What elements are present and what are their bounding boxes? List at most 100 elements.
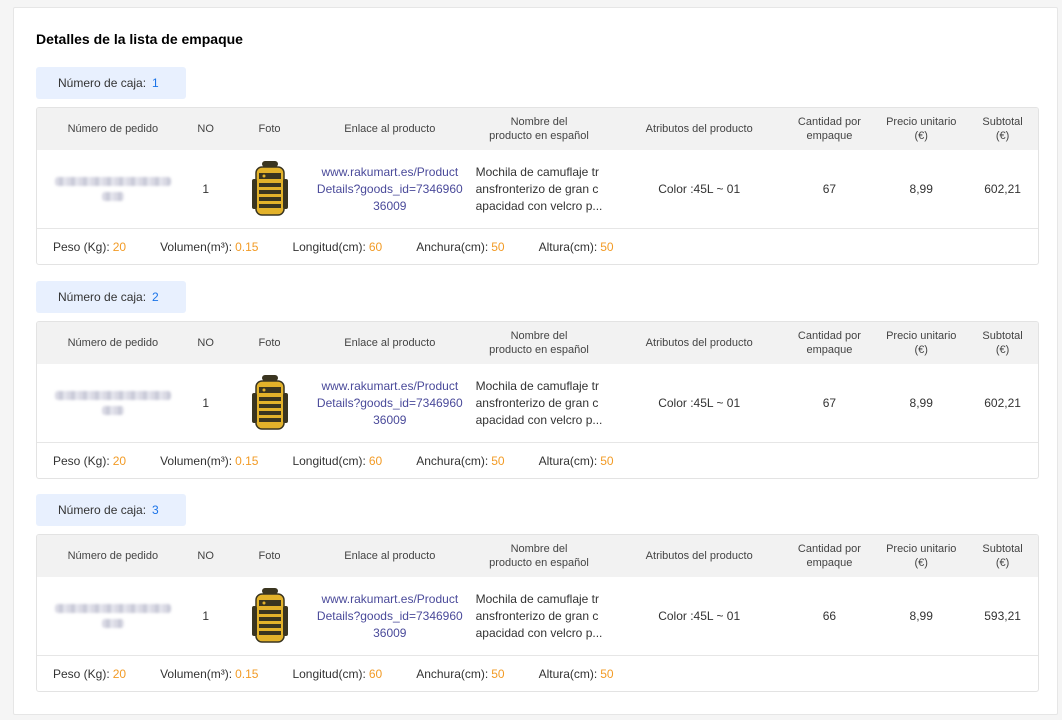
product-link-cell: www.rakumart.es/Product Details?goods_id… bbox=[316, 150, 463, 228]
order-number-redacted bbox=[54, 177, 171, 201]
header-product-name: Nombre del producto en español bbox=[463, 108, 615, 150]
product-attributes-cell: Color :45L ~ 01 bbox=[658, 181, 741, 196]
header-product-link: Enlace al producto bbox=[344, 550, 436, 562]
height-value: 50 bbox=[600, 667, 614, 681]
backpack-icon[interactable] bbox=[250, 159, 290, 219]
unit-price-cell: 8,99 bbox=[909, 608, 933, 623]
height-label: Altura(cm): bbox=[538, 240, 598, 254]
product-link-line1[interactable]: www.rakumart.es/Product bbox=[321, 379, 458, 393]
product-name-line1: Mochila de camuflaje tr bbox=[475, 591, 600, 606]
header-product-name: Nombre del producto en español bbox=[463, 535, 615, 577]
header-quantity: Cantidad por empaque bbox=[784, 535, 876, 577]
weight-value: 20 bbox=[112, 454, 127, 468]
product-link[interactable]: www.rakumart.es/Product Details?goods_id… bbox=[317, 164, 463, 215]
header-product-attributes: Atributos del producto bbox=[645, 337, 753, 349]
product-name-line2: ansfronterizo de gran c bbox=[475, 181, 599, 196]
box-number-value: 2 bbox=[152, 290, 159, 304]
subtotal-cell: 602,21 bbox=[984, 181, 1021, 196]
no-cell: 1 bbox=[202, 395, 210, 410]
box-number-value: 3 bbox=[152, 503, 159, 517]
weight-field: Peso (Kg): 20 bbox=[53, 454, 126, 468]
subtotal-cell: 602,21 bbox=[984, 395, 1021, 410]
header-unit-price: Precio unitario (€) bbox=[875, 535, 967, 577]
header-unit-price-line1: Precio unitario bbox=[886, 543, 957, 555]
order-number-redacted bbox=[54, 604, 171, 628]
box-card: Número de pedido NO Foto Enlace al produ… bbox=[36, 534, 1039, 692]
length-value: 60 bbox=[368, 667, 383, 681]
product-link-line3[interactable]: 36009 bbox=[373, 199, 406, 213]
product-name-line3: apacidad con velcro p... bbox=[475, 412, 603, 427]
product-attributes-cell: Color :45L ~ 01 bbox=[658, 395, 741, 410]
product-link[interactable]: www.rakumart.es/Product Details?goods_id… bbox=[317, 591, 463, 642]
product-link-line2[interactable]: Details?goods_id=7346960 bbox=[317, 396, 463, 410]
header-unit-price: Precio unitario (€) bbox=[875, 322, 967, 364]
product-name-cell: Mochila de camuflaje tr ansfronterizo de… bbox=[463, 364, 615, 442]
header-subtotal-line1: Subtotal bbox=[982, 116, 1023, 128]
product-link-line2[interactable]: Details?goods_id=7346960 bbox=[317, 182, 463, 196]
weight-value: 20 bbox=[112, 240, 127, 254]
backpack-icon[interactable] bbox=[250, 373, 290, 433]
header-unit-price: Precio unitario (€) bbox=[875, 108, 967, 150]
header-order-number: Número de pedido bbox=[67, 123, 159, 135]
width-value: 50 bbox=[491, 454, 505, 468]
header-photo: Foto bbox=[258, 123, 281, 135]
photo-cell bbox=[223, 150, 317, 228]
weight-value: 20 bbox=[112, 667, 127, 681]
header-subtotal: Subtotal (€) bbox=[967, 535, 1038, 577]
header-photo: Foto bbox=[258, 337, 281, 349]
weight-label: Peso (Kg): bbox=[53, 454, 110, 468]
header-quantity-line1: Cantidad por bbox=[797, 330, 861, 342]
product-name-line2: ansfronterizo de gran c bbox=[475, 395, 599, 410]
header-subtotal: Subtotal (€) bbox=[967, 108, 1038, 150]
height-field: Altura(cm): 50 bbox=[539, 667, 614, 681]
header-no: NO bbox=[197, 123, 214, 135]
product-link-line3[interactable]: 36009 bbox=[373, 413, 406, 427]
height-field: Altura(cm): 50 bbox=[539, 240, 614, 254]
header-order-number: Número de pedido bbox=[67, 337, 159, 349]
table-row: 1 www.rakumart.es/Product Details?goods_… bbox=[37, 364, 1038, 443]
volume-field: Volumen(m³): 0.15 bbox=[160, 454, 258, 468]
header-product-name: Nombre del producto en español bbox=[463, 322, 615, 364]
order-number-redacted bbox=[54, 391, 171, 415]
subtotal-cell: 593,21 bbox=[984, 608, 1021, 623]
no-cell: 1 bbox=[202, 181, 210, 196]
header-unit-price-line2: (€) bbox=[914, 344, 928, 356]
product-link-line3[interactable]: 36009 bbox=[373, 626, 406, 640]
no-cell: 1 bbox=[202, 608, 210, 623]
volume-field: Volumen(m³): 0.15 bbox=[160, 667, 258, 681]
product-link-line1[interactable]: www.rakumart.es/Product bbox=[321, 592, 458, 606]
box-card: Número de pedido NO Foto Enlace al produ… bbox=[36, 107, 1039, 265]
table-row: 1 www.rakumart.es/Product Details?goods_… bbox=[37, 150, 1038, 229]
box-number-value: 1 bbox=[152, 76, 159, 90]
order-number-cell bbox=[37, 577, 189, 655]
order-number-cell bbox=[37, 364, 189, 442]
backpack-icon[interactable] bbox=[250, 586, 290, 646]
height-label: Altura(cm): bbox=[538, 667, 598, 681]
product-link-cell: www.rakumart.es/Product Details?goods_id… bbox=[316, 364, 463, 442]
header-subtotal-line1: Subtotal bbox=[982, 330, 1023, 342]
table-header: Número de pedido NO Foto Enlace al produ… bbox=[37, 108, 1038, 150]
header-quantity-line1: Cantidad por bbox=[797, 543, 861, 555]
header-product-name-line2: producto en español bbox=[489, 130, 589, 142]
page-title: Detalles de la lista de empaque bbox=[36, 31, 243, 47]
header-subtotal-line2: (€) bbox=[995, 344, 1010, 356]
product-link[interactable]: www.rakumart.es/Product Details?goods_id… bbox=[317, 378, 463, 429]
header-product-name-line1: Nombre del bbox=[510, 330, 568, 342]
header-product-name-line1: Nombre del bbox=[510, 543, 568, 555]
product-link-line2[interactable]: Details?goods_id=7346960 bbox=[317, 609, 463, 623]
product-name-line2: ansfronterizo de gran c bbox=[475, 608, 599, 623]
product-name: Mochila de camuflaje tr ansfronterizo de… bbox=[470, 591, 609, 642]
product-attributes-cell: Color :45L ~ 01 bbox=[658, 608, 741, 623]
volume-label: Volumen(m³): bbox=[160, 667, 233, 681]
box-number-label: Número de caja: 1 bbox=[36, 67, 186, 99]
volume-value: 0.15 bbox=[235, 667, 259, 681]
product-link-line1[interactable]: www.rakumart.es/Product bbox=[321, 165, 458, 179]
volume-label: Volumen(m³): bbox=[160, 454, 233, 468]
height-field: Altura(cm): 50 bbox=[539, 454, 614, 468]
volume-label: Volumen(m³): bbox=[160, 240, 233, 254]
unit-price-cell: 8,99 bbox=[909, 181, 933, 196]
header-quantity: Cantidad por empaque bbox=[784, 322, 876, 364]
packing-list-panel: Detalles de la lista de empaque Número d… bbox=[13, 7, 1058, 715]
table-row: 1 www.rakumart.es/Product Details?goods_… bbox=[37, 577, 1038, 656]
unit-price-cell: 8,99 bbox=[909, 395, 933, 410]
